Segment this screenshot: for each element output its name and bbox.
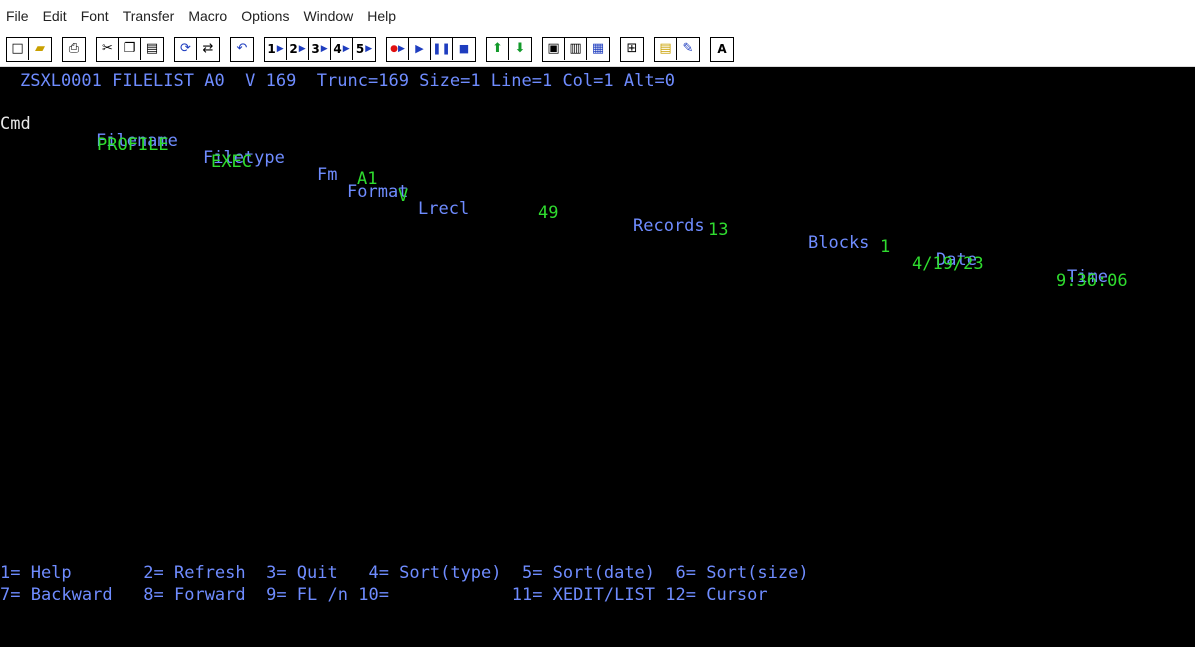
file-time: 9:36:06 (1056, 271, 1128, 291)
column-blocks: Blocks (808, 233, 870, 253)
copy-icon[interactable]: ❐ (119, 37, 141, 60)
menu-options[interactable]: Options (241, 0, 289, 32)
new-file-icon[interactable]: □ (7, 37, 29, 60)
undo-icon[interactable]: ↶ (231, 38, 253, 60)
font-a-button[interactable]: A (711, 38, 733, 60)
file-filename: PROFILE (97, 135, 169, 155)
arrow-up-icon[interactable]: ⬆ (487, 37, 509, 60)
font-button-group: A (710, 36, 734, 62)
edit-notes-icon[interactable]: ✎ (677, 38, 699, 60)
transfer-button-group: ⟳ ⇄ (174, 36, 220, 62)
terminal-screen[interactable]: ZSXL0001 FILELIST A0 V 169 Trunc=169 Siz… (0, 67, 1195, 647)
menu-font[interactable]: Font (81, 0, 109, 32)
file-fm: A1 (357, 169, 378, 189)
keyboard-button-group: ⊞ (620, 36, 644, 62)
macro-2-button[interactable]: 2 ▶ (287, 37, 309, 60)
navigation-button-group: ⬆ ⬇ (486, 36, 532, 62)
file-button-group: □ ▰ (6, 36, 52, 62)
macro-3-button[interactable]: 3 ▶ (309, 37, 331, 60)
notepad-icon[interactable]: ▤ (655, 37, 677, 60)
table-row[interactable]: PROFILE EXEC A1 V 49 13 1 4/19/23 9:36:0… (0, 120, 1195, 290)
pause-icon[interactable]: ❚❚ (431, 37, 453, 60)
file-filetype: EXEC (211, 152, 252, 172)
session-list-icon[interactable]: ▥ (565, 37, 587, 60)
column-fm: Fm (317, 165, 338, 185)
file-lrecl: 49 (538, 203, 559, 223)
screen-capture-icon[interactable]: ▦ (587, 38, 609, 60)
macro-4-button[interactable]: 4 ▶ (331, 37, 353, 60)
menu-bar: File Edit Font Transfer Macro Options Wi… (0, 0, 1195, 32)
column-lrecl: Lrecl (418, 199, 470, 219)
toolbar: □ ▰ ⎙ ✂ ❐ ▤ ⟳ ⇄ ↶ 1 ▶ 2 ▶ 3 ▶ 4 ▶ 5 ▶ ● ▶ ▶ ❚❚… (0, 32, 1195, 67)
file-records: 13 (708, 220, 729, 240)
arrow-down-icon[interactable]: ⬇ (509, 38, 531, 60)
keyboard-map-icon[interactable]: ⊞ (621, 38, 643, 60)
session-button-group: ▣ ▥ ▦ (542, 36, 610, 62)
menu-transfer[interactable]: Transfer (123, 0, 175, 32)
macro-number-group: 1 ▶ 2 ▶ 3 ▶ 4 ▶ 5 ▶ (264, 36, 376, 62)
column-header-row: Cmd Filename Filetype Fm Format Lrecl Re… (0, 99, 1195, 286)
menu-window[interactable]: Window (303, 0, 353, 32)
play-arrow-icon: ▶ (320, 43, 328, 54)
pf-keys-row-2: 7= Backward 8= Forward 9= FL /n 10= 11= … (0, 585, 768, 605)
print-button-group: ⎙ (62, 36, 86, 62)
open-folder-icon[interactable]: ▰ (29, 38, 51, 60)
undo-button-group: ↶ (230, 36, 254, 62)
clipboard-button-group: ✂ ❐ ▤ (96, 36, 164, 62)
refresh-icon[interactable]: ⟳ (175, 37, 197, 60)
play-arrow-icon: ▶ (276, 43, 284, 54)
macro-5-button[interactable]: 5 ▶ (353, 38, 375, 60)
file-date: 4/19/23 (912, 254, 984, 274)
recorder-button-group: ● ▶ ▶ ❚❚ ■ (386, 36, 476, 62)
play-arrow-icon: ▶ (342, 43, 350, 54)
menu-file[interactable]: File (6, 0, 29, 32)
file-blocks: 1 (880, 237, 891, 257)
record-icon[interactable]: ● ▶ (387, 37, 409, 60)
command-line[interactable]: ====> (0, 637, 1195, 647)
paste-icon[interactable]: ▤ (141, 38, 163, 60)
file-format: V (398, 186, 409, 206)
filelist-header: ZSXL0001 FILELIST A0 V 169 Trunc=169 Siz… (20, 71, 676, 91)
play-arrow-icon: ▶ (365, 43, 373, 54)
notes-button-group: ▤ ✎ (654, 36, 700, 62)
print-icon[interactable]: ⎙ (63, 38, 85, 60)
menu-help[interactable]: Help (367, 0, 396, 32)
menu-macro[interactable]: Macro (188, 0, 227, 32)
macro-1-button[interactable]: 1 ▶ (265, 37, 287, 60)
column-records: Records (633, 216, 705, 236)
play-arrow-icon: ▶ (298, 43, 306, 54)
stop-icon[interactable]: ■ (453, 38, 475, 60)
transfer-icon[interactable]: ⇄ (197, 38, 219, 60)
menu-edit[interactable]: Edit (43, 0, 67, 32)
pf-keys-row-1: 1= Help 2= Refresh 3= Quit 4= Sort(type)… (0, 563, 809, 583)
play-icon[interactable]: ▶ (409, 37, 431, 60)
cut-icon[interactable]: ✂ (97, 37, 119, 60)
session-properties-icon[interactable]: ▣ (543, 37, 565, 60)
